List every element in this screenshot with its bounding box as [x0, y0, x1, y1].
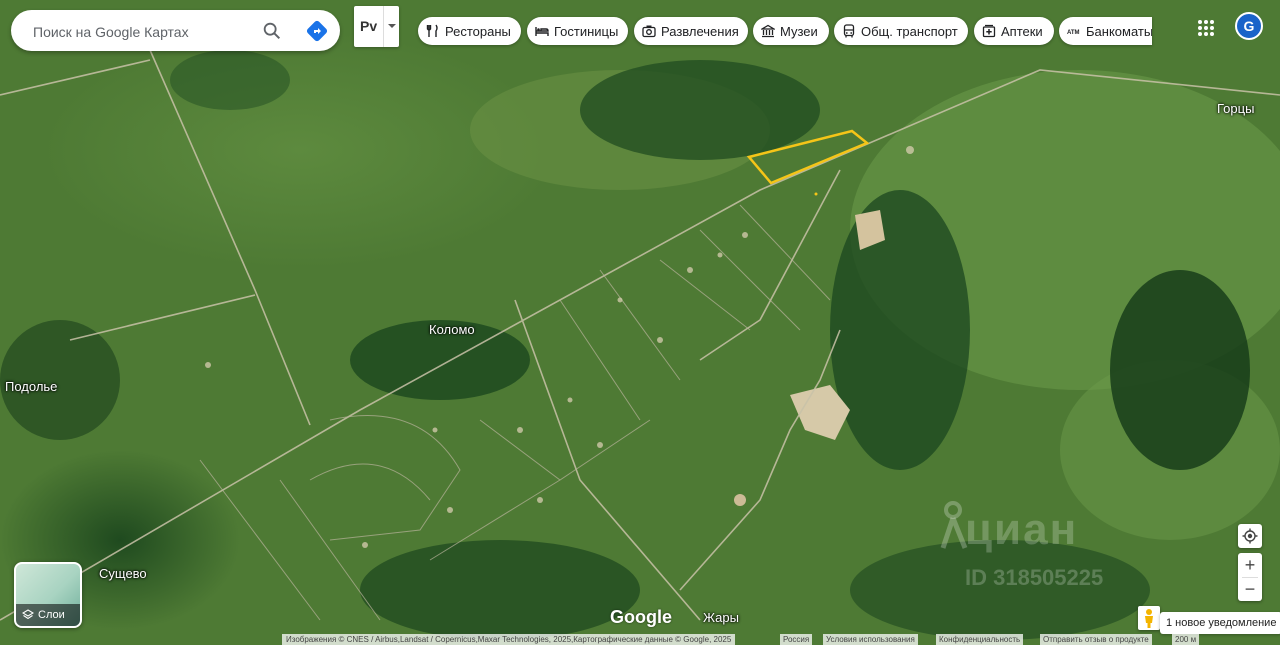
- camera-icon: [642, 25, 656, 38]
- chip-label: Гостиницы: [554, 23, 619, 39]
- footer-link-country[interactable]: Россия: [780, 634, 813, 645]
- chip-label: Развлечения: [661, 23, 739, 39]
- place-label-gortsy[interactable]: Горцы: [1217, 101, 1254, 116]
- layers-icon: [22, 609, 34, 620]
- place-label-kolomo[interactable]: Коломо: [429, 322, 475, 337]
- zoom-in-button[interactable]: +: [1245, 554, 1256, 577]
- mode-divider: [383, 6, 384, 47]
- bed-icon: [535, 27, 549, 36]
- account-avatar[interactable]: G: [1235, 12, 1263, 40]
- place-label-podolye[interactable]: Подолье: [5, 379, 57, 394]
- directions-icon[interactable]: [305, 19, 329, 43]
- museum-icon: [761, 24, 775, 38]
- scale-label[interactable]: 200 м: [1172, 634, 1200, 645]
- attribution-text: Изображения © CNES / Airbus,Landsat / Co…: [282, 634, 736, 645]
- chip-museums[interactable]: Музеи: [753, 17, 829, 45]
- layers-bar: Слои: [16, 604, 80, 626]
- footer-link-privacy[interactable]: Конфиденциальность: [936, 634, 1024, 645]
- map-mode-selector[interactable]: Рv: [354, 6, 399, 47]
- chevron-down-icon[interactable]: [388, 24, 396, 28]
- search-box[interactable]: [11, 10, 340, 53]
- layers-label: Слои: [38, 609, 65, 621]
- chip-label: Музеи: [780, 23, 818, 39]
- pharmacy-icon: [982, 24, 996, 38]
- satellite-map[interactable]: [0, 0, 1280, 645]
- bus-icon: [843, 24, 855, 38]
- chip-label: Банкоматы: [1086, 23, 1152, 39]
- atm-icon: ATM: [1067, 30, 1080, 36]
- zoom-out-button[interactable]: −: [1245, 578, 1256, 601]
- chip-pharmacies[interactable]: Аптеки: [974, 17, 1054, 45]
- chip-label: Рестораны: [445, 23, 511, 39]
- chip-label: Аптеки: [1001, 23, 1043, 39]
- place-label-sushchevo[interactable]: Сущево: [99, 566, 147, 581]
- watermark-brand: циан: [965, 505, 1079, 554]
- chip-atms[interactable]: ATM Банкоматы: [1059, 17, 1152, 45]
- location-target-icon: [1242, 528, 1258, 544]
- chip-entertainment[interactable]: Развлечения: [634, 17, 748, 45]
- fork-knife-icon: [426, 24, 438, 37]
- svg-text:ATM: ATM: [1067, 30, 1080, 36]
- map-mode-label: Рv: [360, 18, 378, 34]
- chip-restaurants[interactable]: Рестораны: [418, 17, 521, 45]
- watermark-id: ID 318505225: [965, 565, 1104, 590]
- footer-link-terms[interactable]: Условия использования: [823, 634, 918, 645]
- attribution-bar: Изображения © CNES / Airbus,Landsat / Co…: [0, 634, 1280, 645]
- search-icon[interactable]: [261, 20, 283, 42]
- chip-transit[interactable]: Общ. транспорт: [834, 17, 968, 45]
- apps-grid-icon[interactable]: [1196, 18, 1216, 38]
- my-location-button[interactable]: [1238, 524, 1262, 548]
- notification-toast[interactable]: 1 новое уведомление: [1160, 612, 1280, 634]
- place-label-zhary[interactable]: Жары: [703, 610, 739, 625]
- pegman-icon: [1145, 609, 1153, 628]
- search-input[interactable]: [31, 10, 255, 53]
- google-logo: Google: [610, 607, 672, 627]
- chip-hotels[interactable]: Гостиницы: [527, 17, 628, 45]
- layers-button[interactable]: Слои: [14, 562, 82, 628]
- zoom-controls: + −: [1238, 553, 1262, 601]
- street-view-pegman[interactable]: [1138, 606, 1160, 630]
- footer-link-feedback[interactable]: Отправить отзыв о продукте: [1040, 634, 1152, 645]
- chip-label: Общ. транспорт: [861, 23, 958, 39]
